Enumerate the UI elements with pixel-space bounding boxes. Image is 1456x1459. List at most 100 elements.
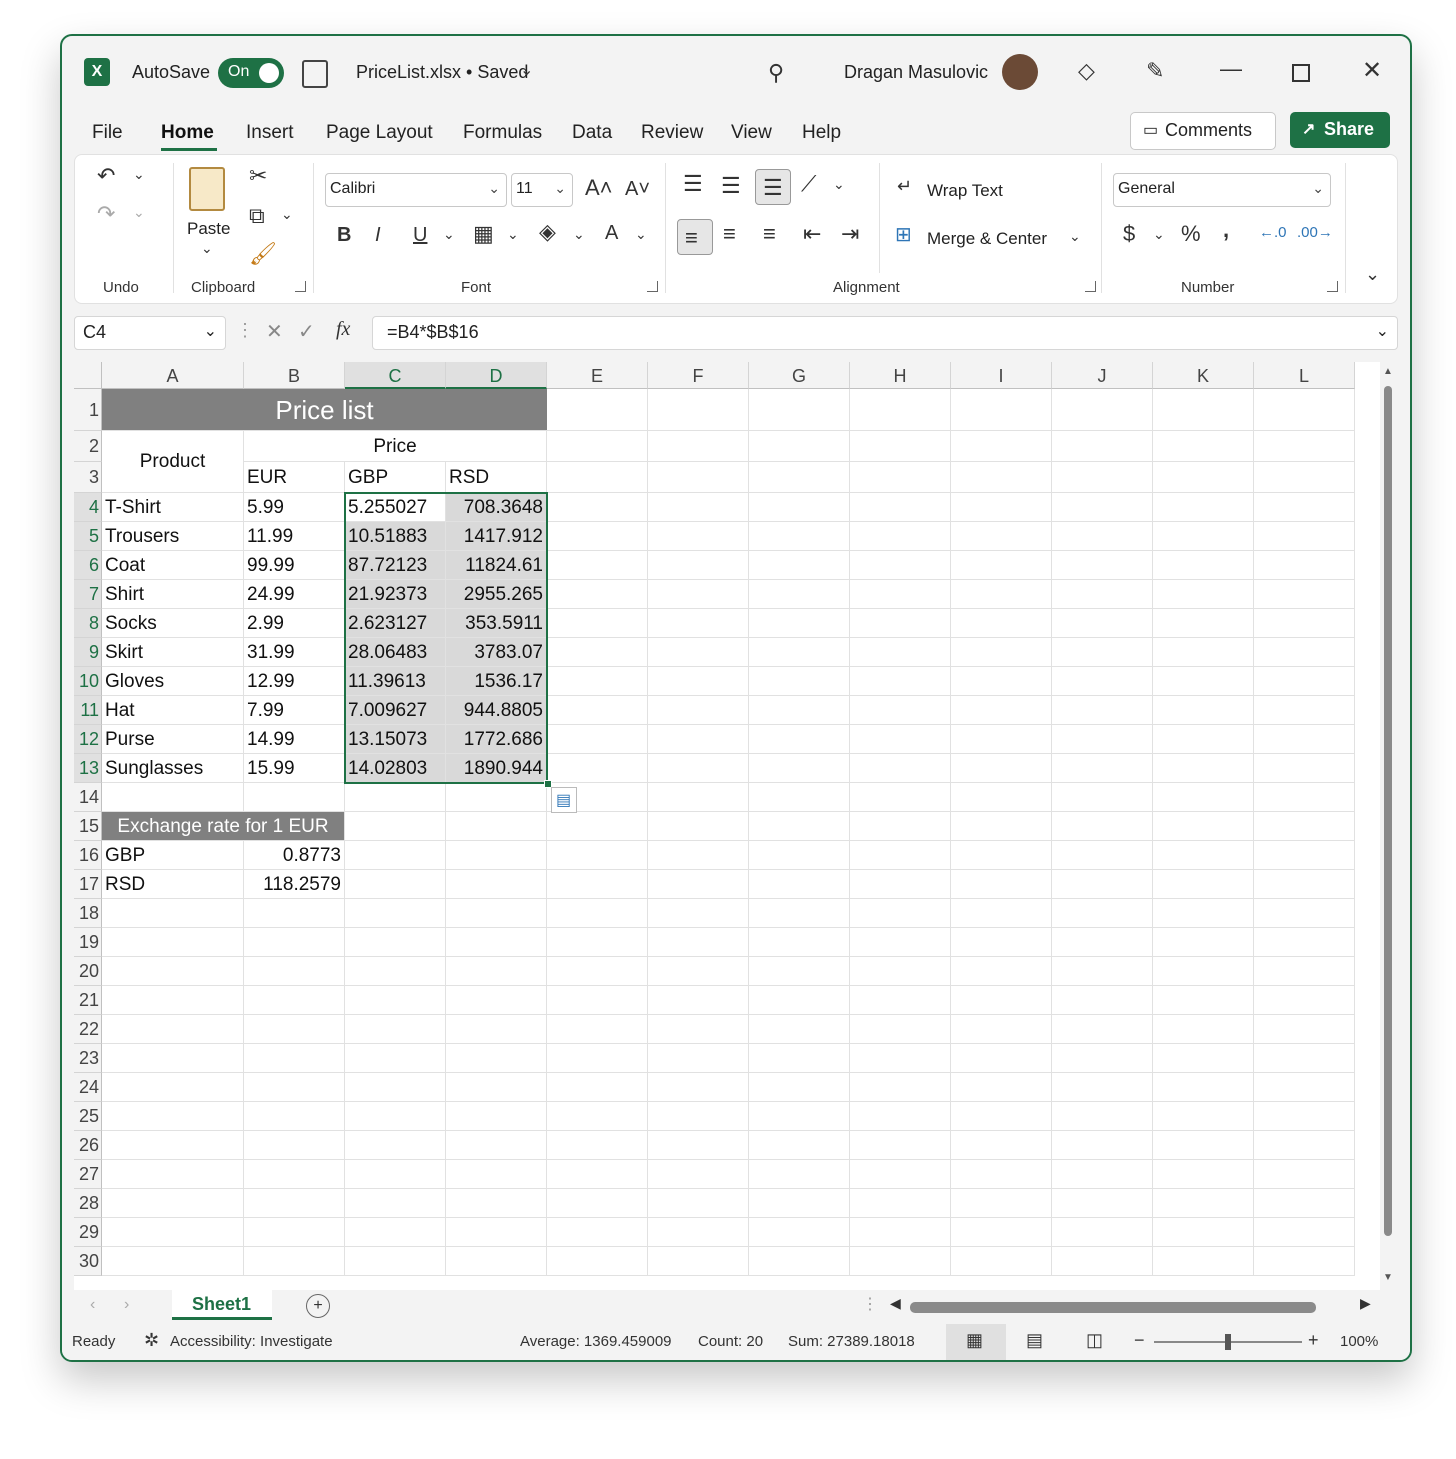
cell[interactable]	[1052, 551, 1153, 580]
cell[interactable]	[547, 812, 648, 841]
cell[interactable]	[547, 1131, 648, 1160]
cell[interactable]	[446, 1102, 547, 1131]
number-format-dropdown[interactable]: General ⌄	[1113, 173, 1331, 207]
price-header-cell[interactable]: Price	[244, 431, 547, 462]
cell[interactable]	[648, 1131, 749, 1160]
cell[interactable]	[1254, 1160, 1355, 1189]
cell[interactable]	[345, 1247, 446, 1276]
wrap-text-icon[interactable]: ↵	[897, 177, 912, 195]
status-sum[interactable]: Sum: 27389.18018	[788, 1333, 915, 1350]
font-color-chevron-icon[interactable]: ⌄	[635, 227, 647, 241]
cell[interactable]	[244, 1044, 345, 1073]
cell[interactable]	[648, 462, 749, 493]
cell[interactable]	[850, 551, 951, 580]
cell[interactable]	[749, 1218, 850, 1247]
decrease-font-icon[interactable]: A˅	[625, 179, 650, 199]
cell[interactable]	[1153, 725, 1254, 754]
currency-icon[interactable]: $	[1123, 223, 1135, 245]
cell[interactable]	[1052, 1131, 1153, 1160]
column-header-a[interactable]: A	[102, 362, 244, 389]
cell[interactable]	[648, 1044, 749, 1073]
font-name-dropdown[interactable]: Calibri ⌄	[325, 173, 507, 207]
quick-analysis-icon[interactable]: ▤	[551, 787, 577, 813]
name-box[interactable]: C4 ⌄	[74, 316, 226, 350]
cell[interactable]	[1254, 638, 1355, 667]
product-name-cell[interactable]: Hat	[102, 696, 244, 725]
align-right-icon[interactable]: ≡	[763, 223, 776, 245]
cell[interactable]	[850, 1218, 951, 1247]
increase-decimal-icon[interactable]: ←.0	[1259, 225, 1287, 240]
column-header-h[interactable]: H	[850, 362, 951, 389]
cell[interactable]	[648, 638, 749, 667]
cell[interactable]	[850, 986, 951, 1015]
cell[interactable]	[547, 957, 648, 986]
column-header-l[interactable]: L	[1254, 362, 1355, 389]
cell[interactable]	[648, 1189, 749, 1218]
menu-file[interactable]: File	[92, 122, 123, 144]
product-name-cell[interactable]: Sunglasses	[102, 754, 244, 783]
increase-indent-icon[interactable]: ⇥	[841, 223, 859, 245]
borders-chevron-icon[interactable]: ⌄	[507, 227, 519, 241]
eur-price-cell[interactable]: 7.99	[244, 696, 345, 725]
cell[interactable]	[345, 957, 446, 986]
column-header-g[interactable]: G	[749, 362, 850, 389]
cell[interactable]	[1254, 696, 1355, 725]
eur-price-cell[interactable]: 2.99	[244, 609, 345, 638]
cell[interactable]	[102, 1015, 244, 1044]
cell[interactable]	[850, 841, 951, 870]
cell[interactable]	[1052, 1247, 1153, 1276]
align-top-icon[interactable]: ☰	[683, 173, 703, 195]
zoom-slider-thumb[interactable]	[1225, 1334, 1231, 1350]
cell[interactable]	[1153, 1247, 1254, 1276]
merge-chevron-icon[interactable]: ⌄	[1069, 229, 1081, 243]
eur-price-cell[interactable]: 99.99	[244, 551, 345, 580]
cell[interactable]	[850, 1189, 951, 1218]
minimize-icon[interactable]: —	[1220, 56, 1242, 82]
row-header-9[interactable]: 9	[74, 638, 102, 667]
rsd-price-cell[interactable]: 1890.944	[446, 754, 547, 783]
cell[interactable]	[1052, 1015, 1153, 1044]
increase-font-icon[interactable]: A˄	[585, 177, 613, 199]
cell[interactable]	[1153, 1073, 1254, 1102]
cell[interactable]	[547, 1073, 648, 1102]
column-header-j[interactable]: J	[1052, 362, 1153, 389]
row-header-13[interactable]: 13	[74, 754, 102, 783]
formula-bar-grip-icon[interactable]: ⋮	[236, 320, 254, 341]
eur-price-cell[interactable]: 5.99	[244, 493, 345, 522]
cell[interactable]	[850, 1073, 951, 1102]
cell[interactable]	[547, 725, 648, 754]
row-header-28[interactable]: 28	[74, 1189, 102, 1218]
cell[interactable]	[446, 870, 547, 899]
cell[interactable]	[1052, 667, 1153, 696]
currency-chevron-icon[interactable]: ⌄	[1153, 227, 1165, 241]
cell[interactable]	[547, 580, 648, 609]
cell[interactable]	[951, 431, 1052, 462]
cell[interactable]	[1052, 725, 1153, 754]
cell[interactable]	[446, 1160, 547, 1189]
merge-center-label[interactable]: Merge & Center	[927, 229, 1047, 249]
cell[interactable]	[749, 696, 850, 725]
cell[interactable]	[850, 667, 951, 696]
cell[interactable]	[850, 1044, 951, 1073]
gbp-price-cell[interactable]: 5.255027	[345, 493, 446, 522]
cell[interactable]	[345, 1189, 446, 1218]
redo-icon[interactable]: ↷	[97, 203, 115, 225]
cell[interactable]	[749, 1015, 850, 1044]
underline-icon[interactable]: U	[413, 225, 427, 245]
cell[interactable]	[1254, 1015, 1355, 1044]
cell[interactable]	[547, 1160, 648, 1189]
cell[interactable]	[1052, 870, 1153, 899]
cell[interactable]	[102, 1131, 244, 1160]
rsd-price-cell[interactable]: 708.3648	[446, 493, 547, 522]
cell[interactable]	[446, 841, 547, 870]
cell[interactable]	[102, 1073, 244, 1102]
cell[interactable]	[1254, 899, 1355, 928]
cell[interactable]	[102, 957, 244, 986]
cell[interactable]	[244, 928, 345, 957]
cell[interactable]	[244, 1218, 345, 1247]
menu-help[interactable]: Help	[802, 122, 841, 144]
cell[interactable]	[850, 725, 951, 754]
cell[interactable]	[446, 812, 547, 841]
sheet-tab-sheet1[interactable]: Sheet1	[172, 1290, 272, 1320]
menu-formulas[interactable]: Formulas	[463, 122, 542, 144]
